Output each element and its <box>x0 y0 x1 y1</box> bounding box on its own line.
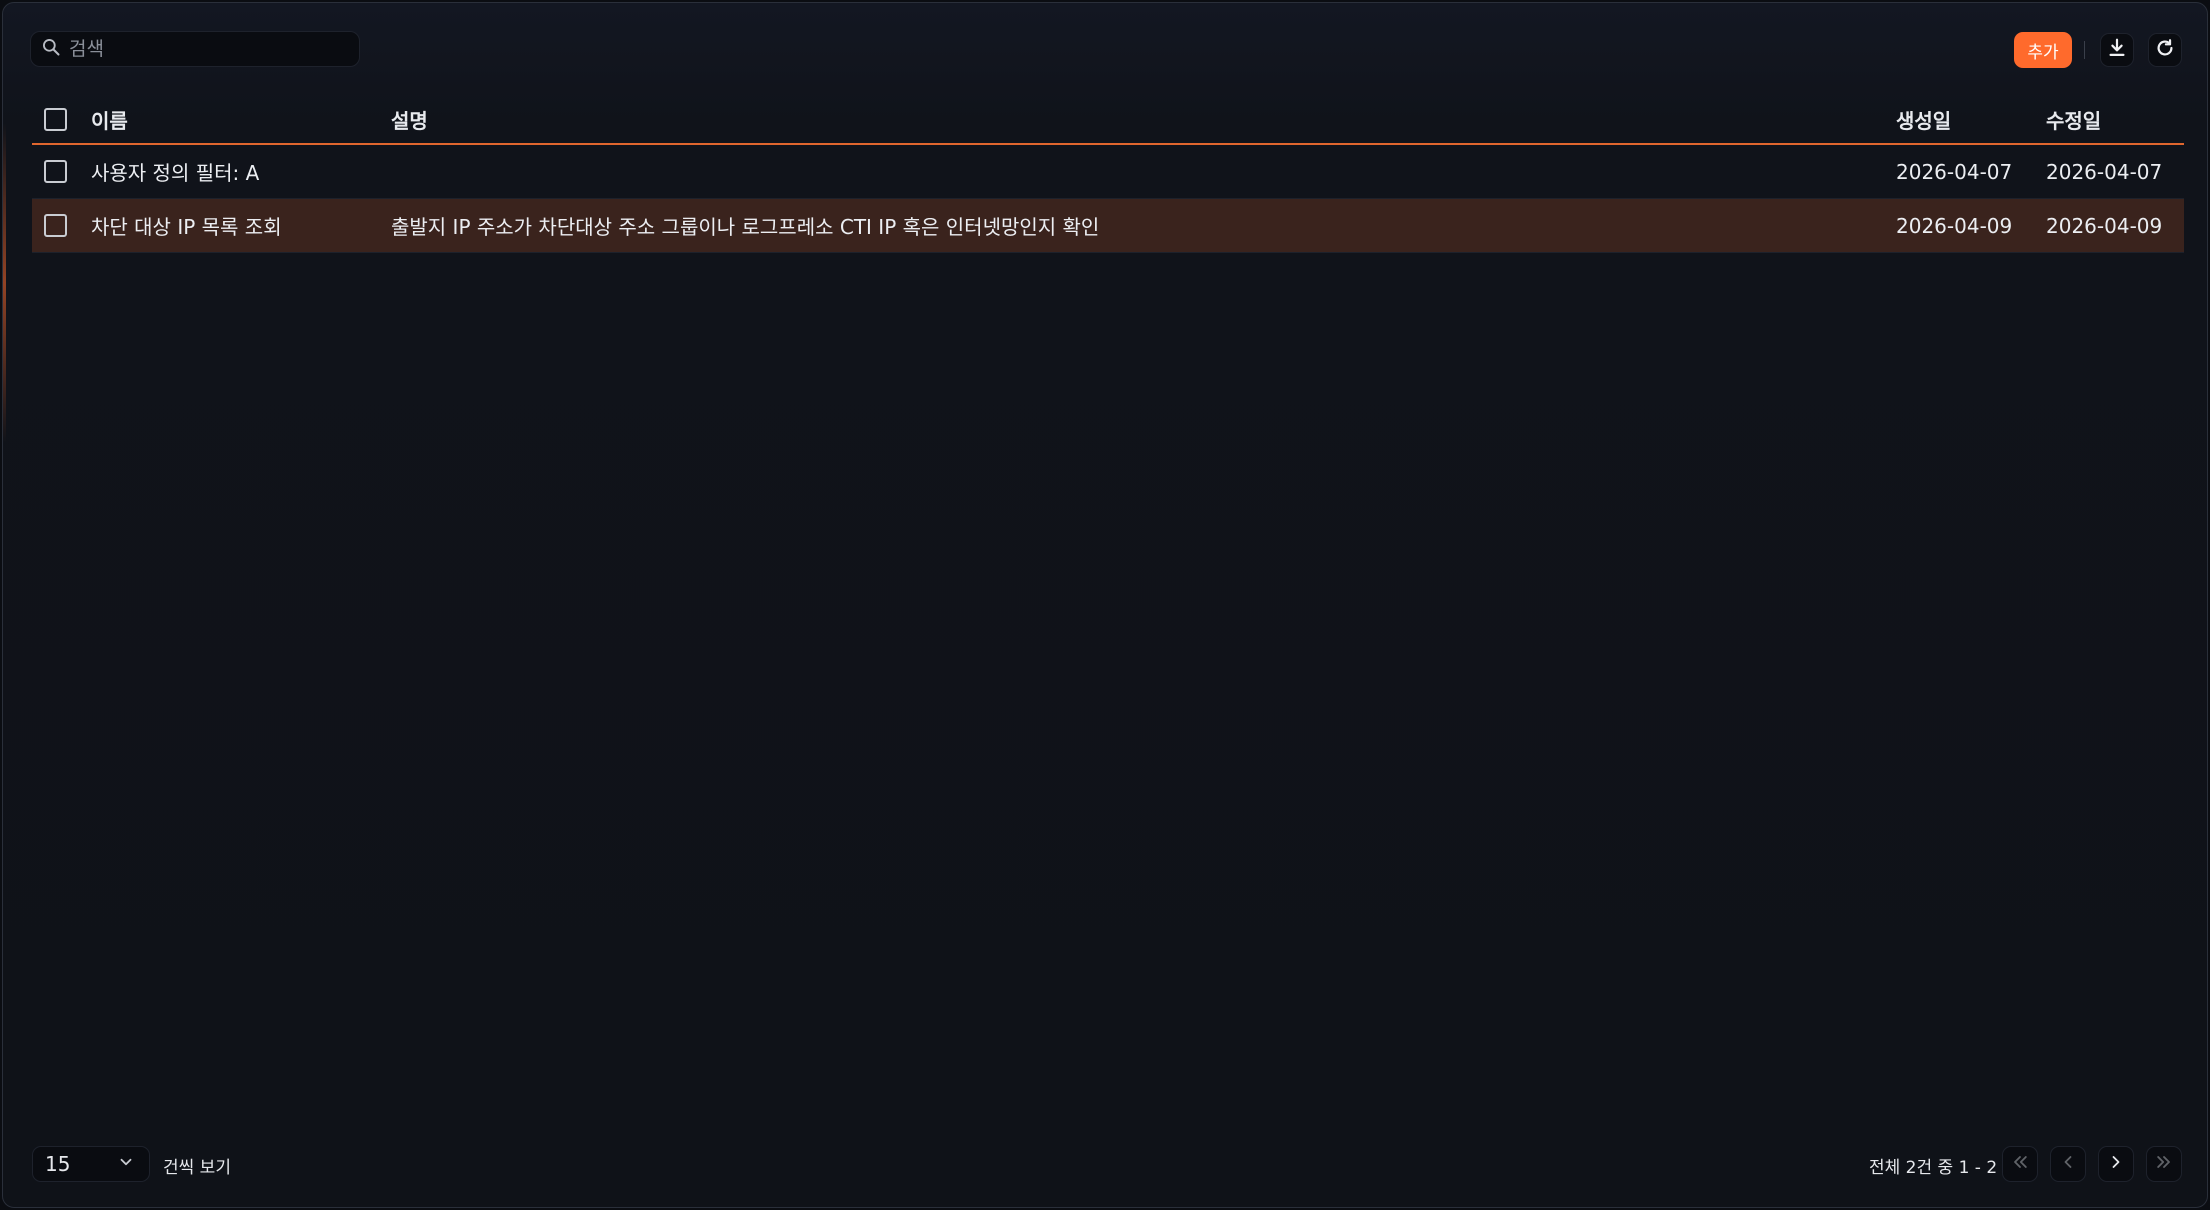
select-all-cell <box>32 107 91 131</box>
column-header-name[interactable]: 이름 <box>91 105 391 134</box>
per-page-label: 건씩 보기 <box>163 1158 231 1178</box>
refresh-button[interactable] <box>2148 33 2182 67</box>
double-chevron-right-icon <box>2154 1152 2174 1176</box>
row-checkbox[interactable] <box>44 160 67 183</box>
next-page-button[interactable] <box>2098 1146 2134 1182</box>
search-icon <box>41 37 61 61</box>
select-all-checkbox[interactable] <box>44 107 67 131</box>
search-box[interactable] <box>30 31 360 67</box>
column-header-created[interactable]: 생성일 <box>1896 105 2046 134</box>
download-icon <box>2106 37 2128 63</box>
filters-table: 이름 설명 생성일 수정일 사용자 정의 필터: A 2026-04-07 20… <box>32 95 2184 253</box>
chevron-down-icon <box>117 1152 135 1176</box>
row-description: 출발지 IP 주소가 차단대상 주소 그룹이나 로그프레소 CTI IP 혹은 … <box>391 215 1100 239</box>
last-page-button[interactable] <box>2146 1146 2182 1182</box>
page-size-select[interactable]: 15 <box>32 1146 150 1182</box>
row-updated: 2026-04-09 <box>2046 213 2163 238</box>
row-created: 2026-04-07 <box>1896 159 2013 184</box>
chevron-right-icon <box>2106 1152 2126 1176</box>
chevron-left-icon <box>2058 1152 2078 1176</box>
add-button[interactable]: 추가 <box>2014 32 2072 68</box>
table-row[interactable]: 차단 대상 IP 목록 조회 출발지 IP 주소가 차단대상 주소 그룹이나 로… <box>32 199 2184 253</box>
refresh-icon <box>2154 37 2176 63</box>
column-header-updated[interactable]: 수정일 <box>2046 105 2184 134</box>
search-input[interactable] <box>69 38 349 60</box>
row-checkbox[interactable] <box>44 214 67 237</box>
table-row[interactable]: 사용자 정의 필터: A 2026-04-07 2026-04-07 <box>32 145 2184 199</box>
toolbar-divider <box>2084 41 2085 59</box>
app-window: 추가 이름 설명 생성일 수정일 사용자 정의 필터: A 2026-04-0 <box>2 2 2208 1208</box>
table-header: 이름 설명 생성일 수정일 <box>32 95 2184 145</box>
pagination-info: 전체 2건 중 1 - 2 <box>1869 1158 1998 1178</box>
download-button[interactable] <box>2100 33 2134 67</box>
row-check-cell <box>32 160 91 183</box>
prev-page-button[interactable] <box>2050 1146 2086 1182</box>
accent-edge <box>3 123 6 443</box>
row-updated: 2026-04-07 <box>2046 159 2163 184</box>
row-name: 차단 대상 IP 목록 조회 <box>91 215 282 239</box>
column-header-description[interactable]: 설명 <box>391 105 1896 134</box>
page-size-value: 15 <box>45 1152 71 1176</box>
double-chevron-left-icon <box>2010 1152 2030 1176</box>
row-created: 2026-04-09 <box>1896 213 2013 238</box>
first-page-button[interactable] <box>2002 1146 2038 1182</box>
row-check-cell <box>32 214 91 237</box>
row-name: 사용자 정의 필터: A <box>91 161 260 185</box>
